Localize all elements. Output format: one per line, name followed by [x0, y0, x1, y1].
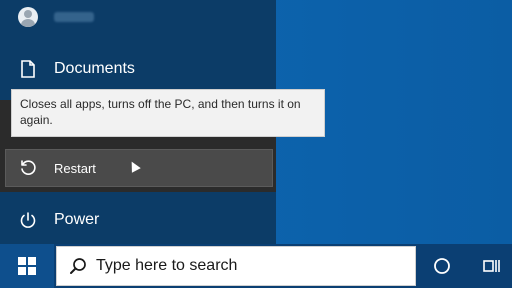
start-button[interactable] [0, 244, 54, 288]
user-name-redacted [54, 12, 94, 22]
user-avatar[interactable] [18, 7, 38, 27]
documents-label: Documents [54, 60, 135, 77]
start-item-documents[interactable]: Documents [0, 50, 276, 88]
cortana-button[interactable] [426, 252, 458, 284]
windows-logo-icon [18, 257, 36, 275]
task-view-icon [482, 257, 502, 280]
task-view-button[interactable] [476, 252, 508, 284]
restart-tooltip: Closes all apps, turns off the PC, and t… [11, 89, 325, 137]
cortana-icon [433, 257, 451, 280]
start-item-power[interactable]: Power [0, 201, 276, 239]
power-icon [18, 210, 38, 230]
search-icon [66, 254, 90, 278]
taskbar-search-box[interactable]: Type here to search [56, 246, 416, 286]
search-placeholder: Type here to search [96, 257, 238, 274]
power-label: Power [54, 211, 100, 228]
restart-icon [18, 158, 38, 178]
document-icon [18, 59, 38, 79]
user-account-row[interactable] [0, 0, 276, 34]
restart-label: Restart [54, 160, 96, 176]
